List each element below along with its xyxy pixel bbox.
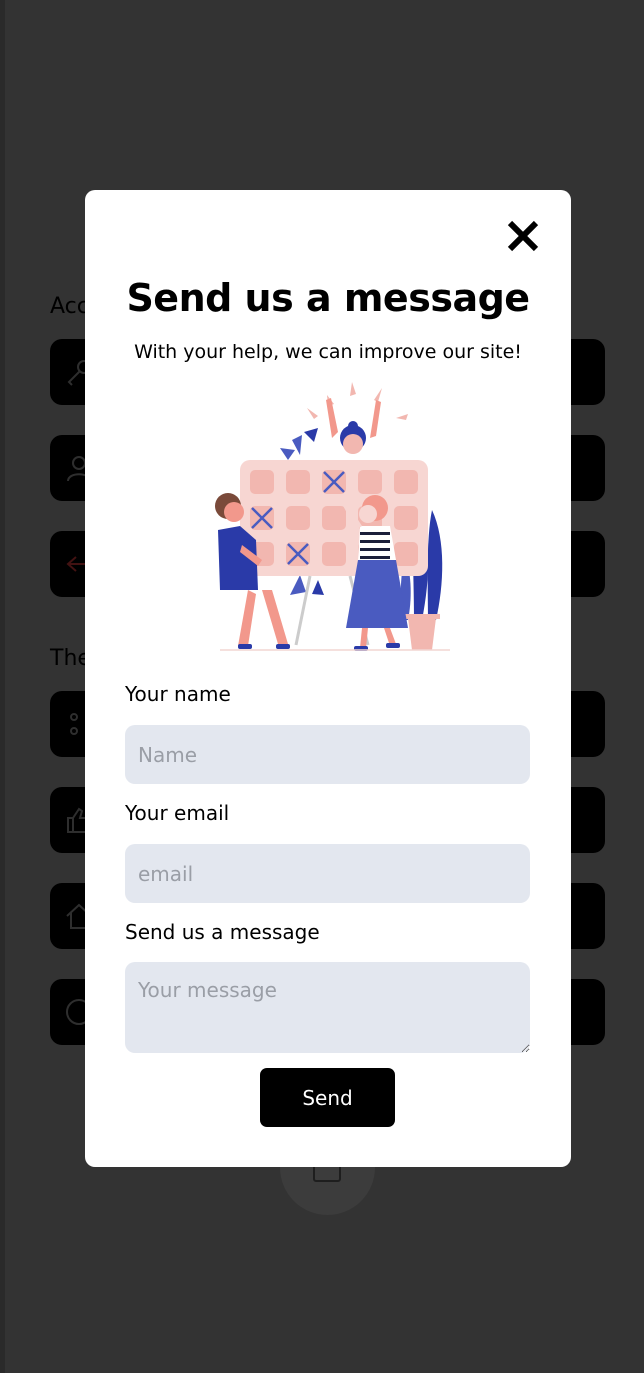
email-field-label: Your email [125,801,230,825]
close-icon[interactable] [505,218,541,254]
name-field-label: Your name [125,682,231,706]
page: Acc The Send us a message With your help… [0,0,644,1373]
modal-title: Send us a message [126,276,530,320]
feedback-modal: Send us a message With your help, we can… [85,190,571,1167]
message-textarea[interactable] [125,962,530,1053]
left-edge [0,0,5,1373]
name-input[interactable] [125,725,530,784]
background-section-heading: Acc [50,294,89,319]
email-input[interactable] [125,844,530,903]
send-button[interactable]: Send [260,1068,395,1127]
modal-subtitle: With your help, we can improve our site! [134,341,522,363]
calendar-illustration [215,382,450,651]
message-field-label: Send us a message [125,920,320,944]
